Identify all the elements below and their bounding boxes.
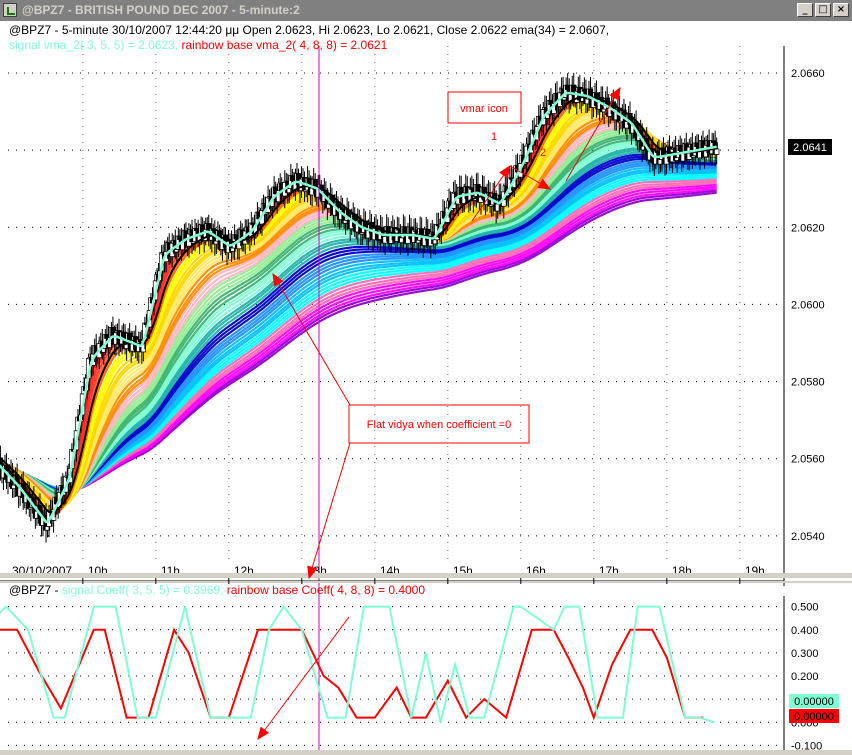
chart-app-icon bbox=[3, 3, 17, 17]
close-button[interactable]: × bbox=[833, 3, 849, 17]
candle bbox=[714, 148, 720, 155]
price-info-line-2: signal vma_2( 3, 5, 5) = 2.0623, rainbow… bbox=[9, 38, 388, 52]
vmar-annotation-text: vmar icon bbox=[460, 103, 508, 115]
annotation-label-2: 2 bbox=[540, 147, 546, 159]
coeff-tick-label: -0.100 bbox=[791, 740, 822, 750]
price-tick-label: 2.0600 bbox=[791, 299, 825, 311]
coeff-info-line: @BPZ7 - signal Coeff( 3, 5, 5) = 0.3969,… bbox=[9, 583, 425, 597]
price-tick-label: 2.0620 bbox=[791, 222, 825, 234]
price-tick-label: 2.0580 bbox=[791, 377, 825, 389]
rainbow-vma-label: rainbow base vma_2( 4, 8, 8) = 2.0621 bbox=[181, 38, 387, 52]
coeff-tick-label: 0.200 bbox=[791, 671, 819, 683]
coeff-tick-label: 0.400 bbox=[791, 625, 819, 637]
price-tick-label: 2.0560 bbox=[791, 454, 825, 466]
minimize-button[interactable]: _ bbox=[797, 3, 813, 17]
flat-vidya-annotation-text: Flat vidya when coefficient =0 bbox=[367, 419, 511, 431]
maximize-button[interactable]: □ bbox=[815, 3, 831, 17]
signal-vma-label: signal vma_2( 3, 5, 5) = 2.0623, bbox=[9, 38, 178, 52]
title-bar: @BPZ7 - BRITISH POUND DEC 2007 - 5-minut… bbox=[0, 0, 852, 21]
chart-canvas[interactable]: 2.05402.05602.05802.06002.06202.06402.06… bbox=[0, 21, 852, 752]
signal-coeff-label: signal Coeff( 3, 5, 5) = 0.3969, bbox=[62, 583, 224, 597]
last-price-value: 2.0641 bbox=[793, 142, 827, 154]
coeff-tick-label: 0.300 bbox=[791, 648, 819, 660]
window-title: @BPZ7 - BRITISH POUND DEC 2007 - 5-minut… bbox=[22, 3, 300, 17]
rainbow-coeff-tag-value: 0.00000 bbox=[794, 711, 834, 723]
rainbow-coeff-label: rainbow base Coeff( 4, 8, 8) = 0.4000 bbox=[227, 583, 426, 597]
panel-splitter[interactable] bbox=[0, 573, 852, 578]
price-info-line: @BPZ7 - 5-minute 30/10/2007 12:44:20 μμ … bbox=[9, 23, 609, 37]
coeff-info-prefix: @BPZ7 - bbox=[9, 583, 59, 597]
annotation-label-1: 1 bbox=[491, 131, 497, 143]
price-tick-label: 2.0540 bbox=[791, 531, 825, 543]
chart-window: 2.05402.05602.05802.06002.06202.06402.06… bbox=[0, 21, 852, 752]
price-tick-label: 2.0660 bbox=[791, 68, 825, 80]
signal-coeff-tag-value: 0.00000 bbox=[794, 696, 834, 708]
coeff-tick-label: 0.500 bbox=[791, 602, 819, 614]
